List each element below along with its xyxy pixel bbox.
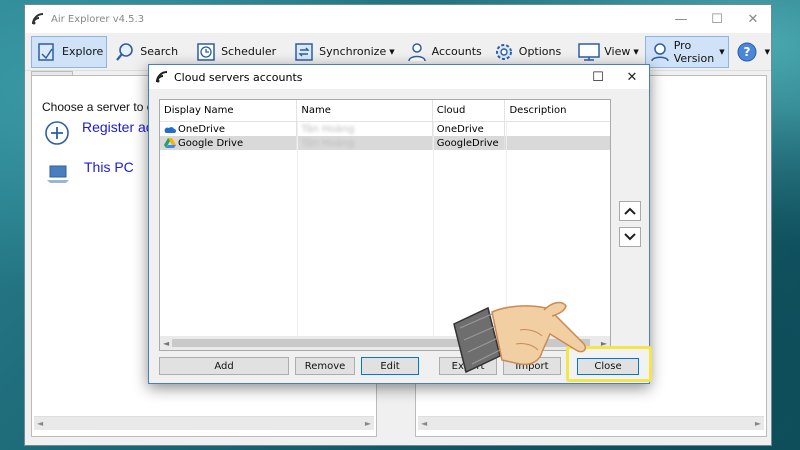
pro-version-button[interactable]: Pro Version ▼ [644,35,729,68]
table-row[interactable]: OneDrive Tân Hoàng OneDrive [160,122,610,136]
app-logo-icon [156,71,168,83]
help-icon: ? [735,40,759,64]
chevron-down-icon: ▼ [633,47,639,56]
search-button[interactable]: Search [109,36,182,68]
accounts-button[interactable]: Accounts [401,36,486,68]
column-name[interactable]: Name [297,100,433,121]
register-account-label: Register ac [82,119,153,135]
view-label: View [604,45,631,58]
chevron-down-icon: ▼ [764,47,770,56]
monitor-icon [577,40,601,64]
column-cloud[interactable]: Cloud [433,100,506,121]
move-down-button[interactable] [619,227,641,247]
laptop-icon [47,165,69,183]
close-window-button[interactable]: ✕ [735,5,771,33]
row-description [505,122,610,136]
search-label: Search [140,45,179,58]
register-account-item[interactable]: Register ac [44,119,153,146]
chevron-down-icon: ▼ [719,47,725,56]
move-up-button[interactable] [619,201,641,221]
onedrive-icon [164,127,176,133]
row-cloud: OneDrive [433,122,506,136]
synchronize-button[interactable]: Synchronize ▼ [288,36,398,68]
synchronize-label: Synchronize [319,45,387,58]
row-cloud: GoogleDrive [433,136,506,150]
dialog-titlebar: Cloud servers accounts ☐ ✕ [149,65,649,89]
column-description[interactable]: Description [505,100,610,121]
chevron-down-icon: ▼ [389,47,395,56]
plus-circle-icon [45,121,69,145]
left-pane-scrollbar[interactable]: ◄ ► [34,416,374,430]
row-description [505,136,610,150]
add-button[interactable]: Add [159,357,289,375]
explore-icon [35,40,59,64]
search-icon [113,40,137,64]
row-display-name: OneDrive [160,122,298,136]
scroll-left-icon[interactable]: ◄ [163,339,169,348]
choose-server-text: Choose a server to c [42,100,153,114]
accounts-icon [405,40,429,64]
account-name-text: Tân Hoàng [301,123,355,135]
accounts-label: Accounts [431,45,482,58]
account-name-text: Tân Hoàng [301,137,355,149]
row-name: Tân Hoàng [297,122,433,136]
scheduler-label: Scheduler [221,45,277,58]
row-name: Tân Hoàng [297,136,433,150]
chevron-up-icon [624,207,636,215]
view-button[interactable]: View ▼ [573,36,643,68]
column-display-name[interactable]: Display Name [160,100,298,121]
app-titlebar: Air Explorer v4.5.3 — ☐ ✕ [25,5,771,33]
row-display-name: Google Drive [160,136,298,150]
this-pc-label: This PC [84,159,134,175]
gear-icon [492,40,516,64]
right-pane-scrollbar[interactable]: ◄ ► [418,416,764,430]
edit-button[interactable]: Edit [361,357,419,375]
pointing-hand-icon [453,301,587,374]
options-label: Options [518,45,562,58]
help-button[interactable]: ? ▼ [731,36,774,68]
display-name-text: OneDrive [178,123,226,135]
app-title: Air Explorer v4.5.3 [51,13,145,25]
dialog-title: Cloud servers accounts [174,70,303,84]
scheduler-icon [194,40,218,64]
explore-label: Explore [62,45,104,58]
app-logo-icon [32,13,44,25]
svg-text:?: ? [743,45,750,59]
options-button[interactable]: Options [488,36,565,68]
pro-user-icon [649,40,671,64]
this-pc-item[interactable]: This PC [46,159,134,186]
display-name-text: Google Drive [178,137,244,149]
dialog-maximize-button[interactable]: ☐ [581,65,615,89]
maximize-button[interactable]: ☐ [699,5,735,33]
pro-version-label: Pro Version [673,38,715,65]
synchronize-icon [292,40,316,64]
chevron-down-icon [624,233,636,241]
remove-button[interactable]: Remove [295,357,355,375]
table-header: Display Name Name Cloud Description [160,100,610,122]
minimize-button[interactable]: — [663,5,699,33]
scheduler-button[interactable]: Scheduler [190,36,280,68]
dialog-close-icon[interactable]: ✕ [615,65,649,89]
table-row[interactable]: Google Drive Tân Hoàng GoogleDrive [160,136,610,150]
google-drive-icon [164,138,176,148]
explore-button[interactable]: Explore [31,35,108,68]
